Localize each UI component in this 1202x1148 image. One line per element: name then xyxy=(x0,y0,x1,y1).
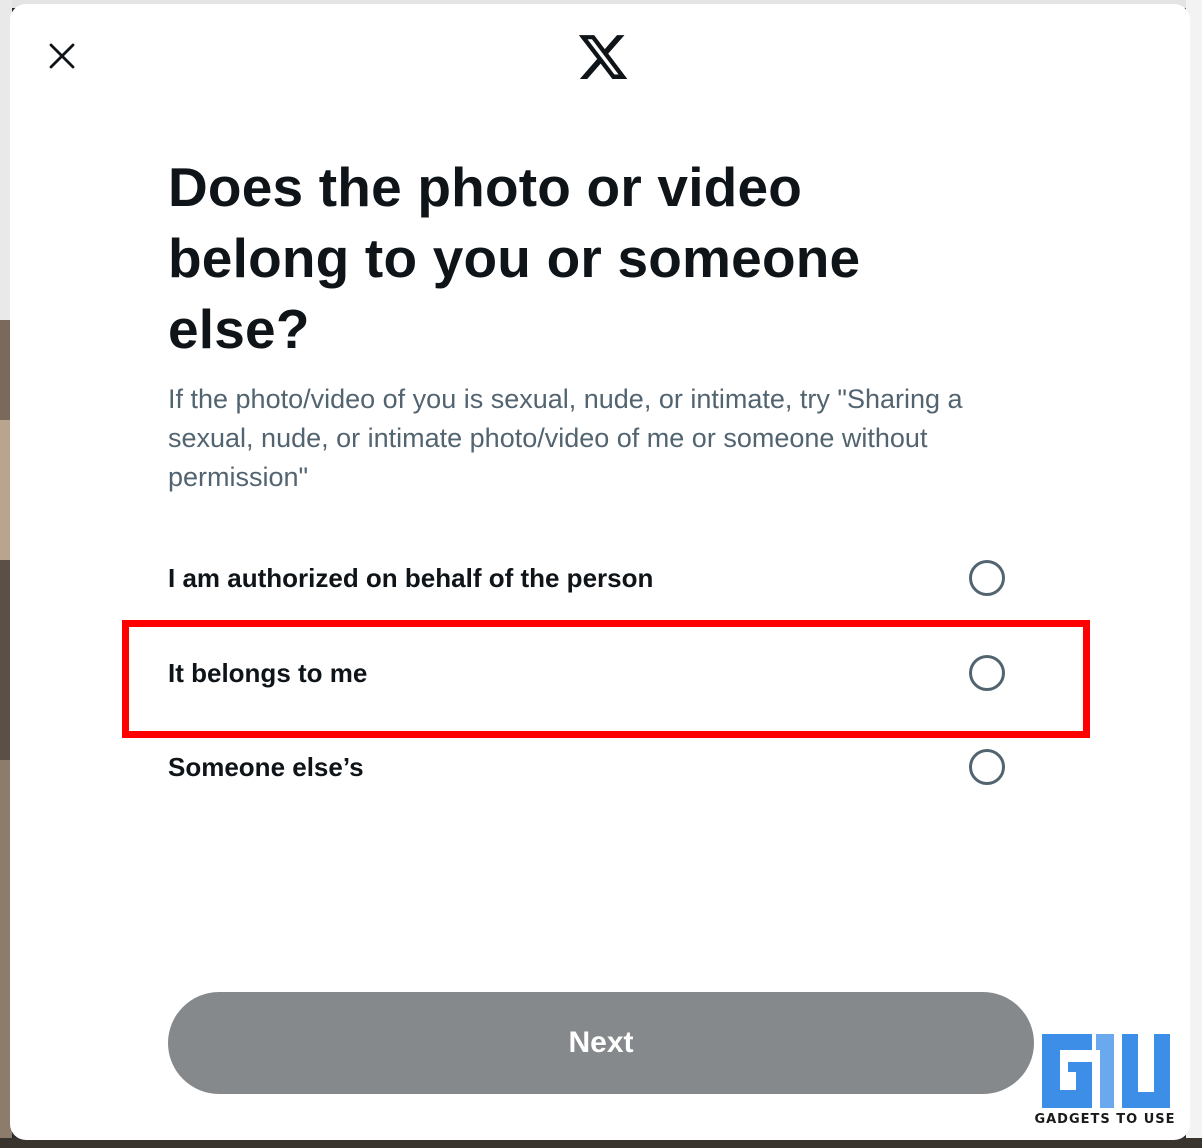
close-icon xyxy=(49,43,75,69)
option-label: Someone else’s xyxy=(168,751,364,782)
option-belongs-to-me[interactable]: It belongs to me xyxy=(168,638,1008,708)
radio-button[interactable] xyxy=(969,749,1005,785)
watermark-logo: GADGETS TO USE xyxy=(1030,1028,1180,1136)
gadgets-to-use-logo-icon xyxy=(1042,1034,1170,1108)
radio-button[interactable] xyxy=(969,560,1005,596)
report-dialog: Does the photo or video belong to you or… xyxy=(10,4,1190,1140)
close-button[interactable] xyxy=(40,34,84,78)
page-subtitle: If the photo/video of you is sexual, nud… xyxy=(168,384,963,492)
option-authorized[interactable]: I am authorized on behalf of the person xyxy=(168,543,1008,613)
page-title: Does the photo or video belong to you or… xyxy=(168,156,861,360)
x-logo-icon xyxy=(578,35,628,79)
watermark-text: GADGETS TO USE xyxy=(1034,1112,1176,1127)
radio-button[interactable] xyxy=(969,655,1005,691)
option-someone-else[interactable]: Someone else’s xyxy=(168,732,1008,802)
next-button[interactable]: Next xyxy=(168,992,1034,1094)
option-label: I am authorized on behalf of the person xyxy=(168,562,654,593)
option-label: It belongs to me xyxy=(168,657,368,688)
